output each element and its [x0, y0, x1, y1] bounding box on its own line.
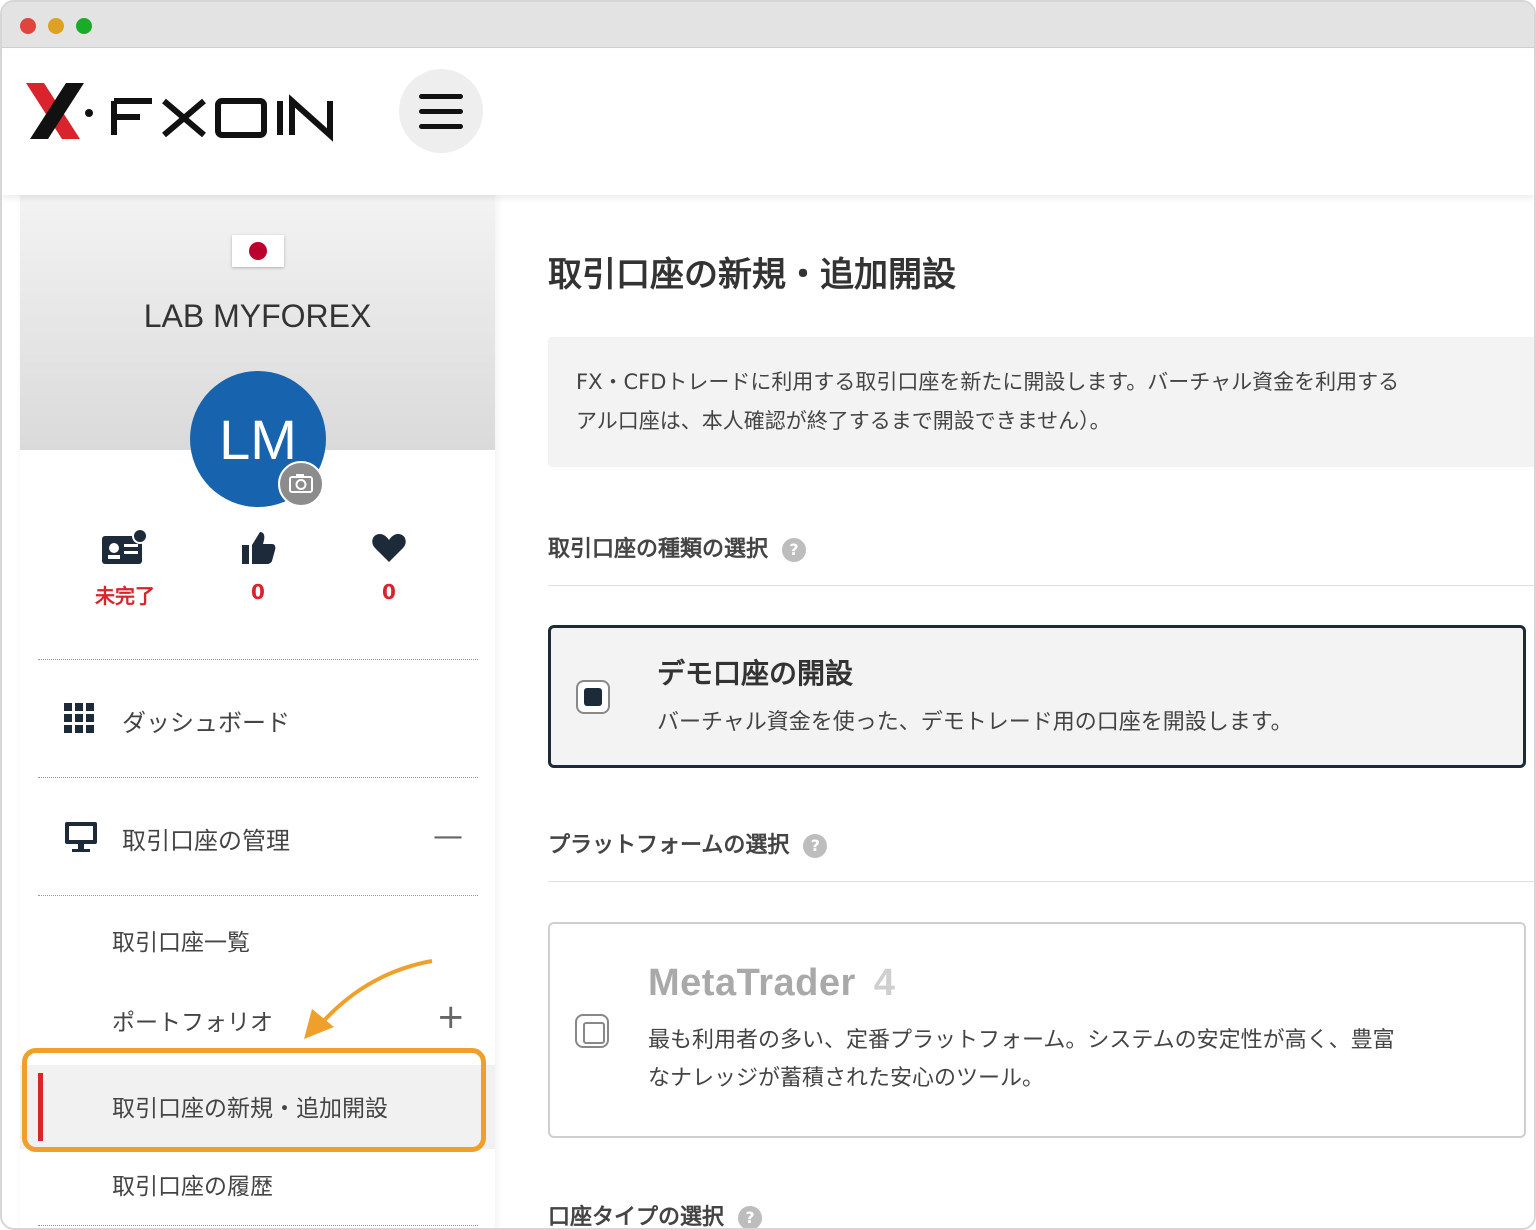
- pointer-arrow-icon: [304, 959, 433, 1039]
- help-icon[interactable]: ?: [782, 538, 807, 562]
- metatrader4-card[interactable]: MetaTrader 4 最も利用者の多い、定番プラットフォーム。システムの安定性…: [548, 922, 1526, 1138]
- demo-account-desc: バーチャル資金を使った、デモトレード用の口座を開設します。: [657, 710, 1293, 735]
- sub-item-portfolio-label: ポートフォリオ: [112, 1010, 273, 1036]
- nav-item-dashboard-label: ダッシュボード: [122, 709, 290, 737]
- section-title-platform: プラットフォームの選択?: [548, 827, 828, 859]
- stat-verification[interactable]: 未完了: [70, 528, 180, 609]
- info-box: FX・CFDトレードに利用する取引口座を新たに開設します。バーチャル資金を利用す…: [548, 337, 1534, 467]
- page-title: 取引口座の新規・追加開設: [548, 255, 956, 295]
- japan-flag-icon: [232, 235, 284, 267]
- stat-likes-value: 0: [251, 580, 265, 604]
- browser-window: LAB MYFOREX LM 未完了 0 0 ダッシュボード 取引口座の管理 —…: [0, 0, 1536, 1230]
- stat-favorites[interactable]: 0: [334, 528, 444, 604]
- sidebar: LAB MYFOREX LM 未完了 0 0 ダッシュボード 取引口座の管理 —…: [20, 195, 495, 1228]
- demo-account-checkbox[interactable]: [576, 680, 610, 714]
- info-text-line-1: FX・CFDトレードに利用する取引口座を新たに開設します。バーチャル資金を利用す…: [576, 370, 1400, 394]
- camera-icon[interactable]: [278, 461, 324, 507]
- stat-likes[interactable]: 0: [203, 528, 313, 604]
- divider: [38, 1225, 478, 1226]
- hamburger-icon: [419, 94, 463, 99]
- sub-item-account-list-label: 取引口座一覧: [112, 930, 250, 956]
- main-content: 取引口座の新規・追加開設 FX・CFDトレードに利用する取引口座を新たに開設しま…: [522, 195, 1534, 1228]
- info-text-line-2: アル口座は、本人確認が終了するまで開設できません）。: [576, 409, 1111, 433]
- section-divider: [548, 585, 1534, 586]
- profile-name: LAB MYFOREX: [143, 298, 372, 334]
- site-header: [2, 49, 1534, 195]
- stat-favorites-value: 0: [382, 580, 396, 604]
- nav-item-account-management[interactable]: 取引口座の管理 —: [20, 807, 495, 867]
- metatrader4-title: MetaTrader 4: [648, 962, 896, 1004]
- stat-verification-value: 未完了: [95, 584, 155, 608]
- sub-item-account-history[interactable]: 取引口座の履歴: [20, 1155, 495, 1211]
- section-title-acct-type: 口座タイプの選択?: [548, 1199, 763, 1228]
- heart-icon: [372, 534, 406, 562]
- hamburger-menu-button[interactable]: [399, 69, 483, 153]
- maximize-window-button[interactable]: [76, 18, 92, 34]
- grid-icon: [64, 703, 94, 733]
- section-divider: [548, 881, 1534, 882]
- sub-item-account-history-label: 取引口座の履歴: [112, 1174, 273, 1200]
- close-window-button[interactable]: [20, 18, 36, 34]
- monitor-icon: [65, 822, 97, 852]
- section-title-account-type: 取引口座の種類の選択?: [548, 531, 807, 563]
- help-icon[interactable]: ?: [803, 834, 828, 858]
- demo-account-title: デモ口座の開設: [657, 657, 854, 690]
- expand-toggle[interactable]: +: [437, 997, 466, 1037]
- divider: [38, 895, 478, 896]
- divider: [38, 777, 478, 778]
- demo-account-card[interactable]: デモ口座の開設 バーチャル資金を使った、デモトレード用の口座を開設します。: [548, 625, 1526, 768]
- id-card-icon: [102, 528, 148, 564]
- metatrader4-desc: 最も利用者の多い、定番プラットフォーム。システムの安定性が高く、豊富 なナレッジ…: [648, 1028, 1395, 1091]
- nav-item-dashboard[interactable]: ダッシュボード: [20, 689, 495, 749]
- fxon-logo[interactable]: [22, 79, 342, 145]
- divider: [38, 659, 478, 660]
- thumbs-up-icon: [242, 532, 276, 564]
- nav-item-account-management-label: 取引口座の管理: [122, 827, 290, 855]
- collapse-toggle[interactable]: —: [433, 819, 463, 854]
- minimize-window-button[interactable]: [48, 18, 64, 34]
- metatrader4-checkbox[interactable]: [575, 1014, 609, 1048]
- help-icon[interactable]: ?: [738, 1206, 763, 1228]
- window-titlebar: [2, 2, 1534, 48]
- highlight-box: [22, 1048, 486, 1152]
